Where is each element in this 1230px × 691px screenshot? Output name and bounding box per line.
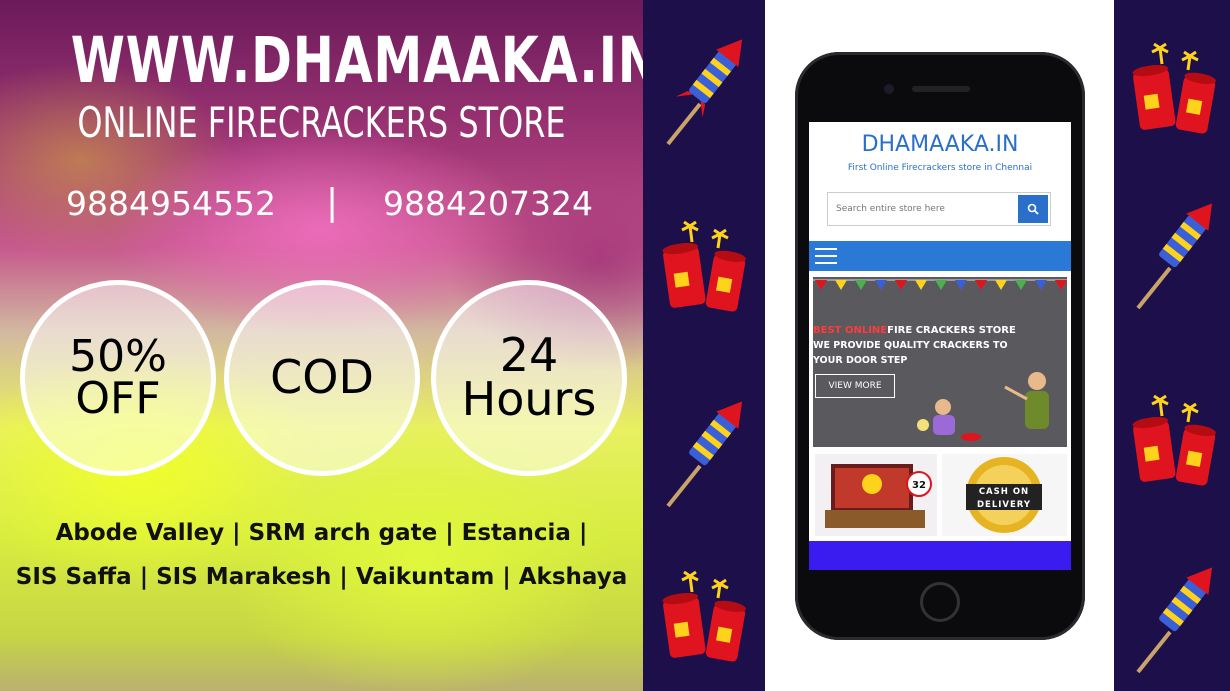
discount-badge: 50% OFF <box>20 280 216 476</box>
view-more-button[interactable]: VIEW MORE <box>815 374 895 398</box>
gift-box-image: 32 <box>825 464 932 528</box>
delivery-time-badge: 24 Hours <box>431 280 627 476</box>
search-button[interactable] <box>1018 195 1048 223</box>
site-url: WWW.DHAMAAKA.IN <box>70 24 643 97</box>
hero-banner: BEST ONLINEFIRE CRACKERS STORE WE PROVID… <box>813 277 1067 447</box>
phone-number-2: 9884207324 <box>383 184 593 223</box>
screen-subtitle: First Online Firecrackers store in Chenn… <box>847 163 1033 173</box>
locations-line-2: SIS Saffa | SIS Marakesh | Vaikuntam | A… <box>15 564 628 590</box>
screen-brand[interactable]: DHAMAAKA.IN <box>809 132 1071 157</box>
footer-bar <box>809 541 1071 570</box>
phone-separator: | <box>326 182 339 223</box>
phone-screen: DHAMAAKA.IN First Online Firecrackers st… <box>809 122 1071 570</box>
kids-illustration <box>917 372 1049 441</box>
discount-value: 50% <box>69 331 167 383</box>
banner-headline: BEST ONLINEFIRE CRACKERS STORE <box>813 325 1016 336</box>
phone-camera <box>884 84 894 94</box>
rocket-icon <box>666 39 743 146</box>
firecracker-icon <box>1132 394 1216 486</box>
tile-badge-number: 32 <box>912 480 926 491</box>
banner-headline-white: FIRE CRACKERS STORE <box>887 325 1016 336</box>
nav-bar <box>809 241 1071 271</box>
firecracker-icon <box>662 570 746 662</box>
banner-line-3: YOUR DOOR STEP <box>813 355 908 366</box>
cod-badge: COD <box>224 280 420 476</box>
phone-home-button <box>920 582 960 622</box>
menu-icon[interactable] <box>815 248 837 264</box>
bunting-decoration <box>813 279 1067 290</box>
promo-panel: WWW.DHAMAAKA.IN ONLINE FIRECRACKERS STOR… <box>0 0 643 691</box>
delivery-hours-label: Hours <box>461 372 597 426</box>
phone-number-1: 9884954552 <box>66 184 276 223</box>
rocket-icon <box>1136 203 1213 310</box>
banner-line-2: WE PROVIDE QUALITY CRACKERS TO <box>813 340 1008 351</box>
search-input[interactable] <box>828 193 1015 225</box>
product-tile-festival[interactable]: 32 <box>815 454 937 536</box>
firecracker-icon <box>662 220 746 312</box>
banner-headline-red: BEST ONLINE <box>813 325 888 336</box>
rocket-icon <box>666 401 743 508</box>
discount-label: OFF <box>75 373 161 424</box>
cod-tile[interactable]: CASH ON DELIVERY <box>942 454 1067 536</box>
search-icon <box>1027 203 1039 215</box>
rocket-icon <box>1136 567 1213 674</box>
phone-speaker <box>912 86 970 92</box>
locations-line-1: Abode Valley | SRM arch gate | Estancia … <box>55 520 588 546</box>
store-tagline: ONLINE FIRECRACKERS STORE <box>77 98 566 147</box>
cod-label: COD <box>270 350 374 405</box>
firecracker-icon <box>1132 42 1216 134</box>
cod-tile-label: CASH ON DELIVERY <box>976 487 1032 510</box>
search-box <box>827 192 1051 226</box>
